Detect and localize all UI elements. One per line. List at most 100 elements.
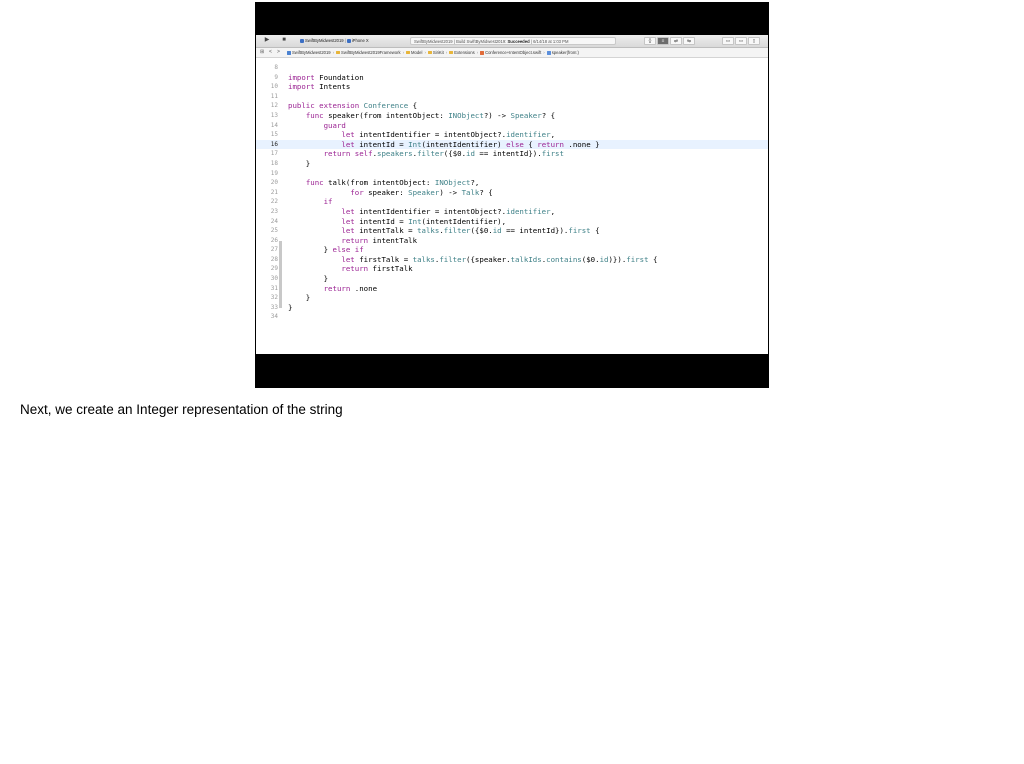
version-editor-button[interactable]: ⇄ [670,37,682,45]
code-token: guard [323,120,346,130]
code-token: ($0. [581,254,600,264]
code-line[interactable]: 18 } [256,159,768,169]
code-text: import Foundation [288,73,364,83]
code-line[interactable]: 26 return intentTalk [256,236,768,246]
code-line[interactable]: 20 func talk(from intentObject: INObject… [256,178,768,188]
code-token: ) -> [439,187,462,197]
related-items-icon[interactable]: ⊞ [260,48,264,57]
breadcrumb-label: SwiftByMidwest2019Framework [341,50,401,55]
swap-button[interactable]: ⇆ [683,37,695,45]
forward-icon[interactable]: > [277,48,280,57]
breadcrumb-item[interactable]: SwiftByMidwest2019 › [287,48,336,57]
code-line[interactable]: 30 } [256,274,768,284]
code-line[interactable]: 13 func speaker(from intentObject: INObj… [256,111,768,121]
code-line[interactable]: 17 return self.speakers.filter({$0.id ==… [256,149,768,159]
code-line[interactable]: 10 import Intents [256,82,768,92]
code-token: ({$0. [470,226,493,236]
navigator-toggle-button[interactable]: ▭ [722,37,734,45]
code-token: let [341,216,355,226]
breadcrumb-item[interactable]: Model › [406,48,428,57]
stop-icon[interactable]: ■ [280,37,288,44]
breadcrumb-label: SwiftByMidwest2019 [292,50,331,55]
code-token: identifier [506,130,551,140]
code-line[interactable]: 15 let intentIdentifier = intentObject?.… [256,130,768,140]
code-line[interactable]: 31 return .none [256,284,768,294]
app-icon [300,38,304,43]
standard-editor-button[interactable]: {} [644,37,656,45]
code-text: return firstTalk [288,264,412,274]
code-token: } [288,158,311,168]
code-token: filter [439,254,467,264]
code-token: (intentIdentifier) [421,139,507,149]
folder-icon [336,51,341,55]
source-editor[interactable]: 8 9 import Foundation 10 import Intents 11 12 p… [256,58,768,354]
code-line[interactable]: 29 return firstTalk [256,264,768,274]
line-number: 24 [270,217,278,225]
code-line-current[interactable]: 16 let intentId = Int(intentIdentifier) … [256,139,768,150]
code-line[interactable]: 8 [256,63,768,73]
code-line[interactable]: 27 } else if [256,245,768,255]
code-token: intentTalk [368,235,418,245]
breadcrumb-item[interactable]: Conference+IntentObject.swift › [480,48,547,57]
code-token: == intentId}). [501,226,569,236]
code-token: , [550,206,556,216]
code-token: Talk [461,187,480,197]
code-token: first [568,226,591,236]
line-number: 29 [270,265,278,273]
code-token: ? { [479,187,493,197]
code-line[interactable]: 11 [256,92,768,102]
assistant-editor-button[interactable]: ≡ [657,37,669,45]
code-line[interactable]: 9 import Foundation [256,73,768,83]
code-line[interactable]: 22 if [256,197,768,207]
debug-toggle-button[interactable]: ▭ [735,37,747,45]
code-line[interactable]: 12 public extension Conference { [256,101,768,111]
project-icon [287,50,291,55]
code-line[interactable]: 19 [256,169,768,179]
breadcrumb-item[interactable]: SiriKit › [427,48,449,57]
activity-status: SwiftByMidwest2019 | Build SwiftByMidwes… [410,37,616,45]
back-icon[interactable]: < [269,48,272,57]
breadcrumb-item[interactable]: speaker(from:) [546,48,579,57]
code-line[interactable]: 32 } [256,293,768,303]
code-token: return [341,264,369,274]
line-number: 15 [270,131,278,139]
code-token: Conference [363,101,409,111]
code-token: func [305,178,324,188]
line-number: 14 [270,121,278,129]
folder-icon [406,51,411,55]
code-token: contains [546,254,582,264]
code-token: } [288,245,333,255]
line-number: 16 [270,140,278,148]
code-line[interactable]: 28 let firstTalk = talks.filter({speaker… [256,255,768,265]
code-line[interactable]: 25 let intentTalk = talks.filter({$0.id … [256,226,768,236]
code-text: import Intents [288,82,350,92]
code-line[interactable]: 23 let intentIdentifier = intentObject?.… [256,207,768,217]
slide-caption: Next, we create an Integer representatio… [20,402,343,417]
line-number: 34 [270,313,278,321]
code-token: } [288,293,311,303]
code-token: ?, [470,178,480,188]
code-token: none [359,283,378,293]
code-token: id [466,149,475,159]
code-line[interactable]: 14 guard [256,121,768,131]
inspector-toggle-button[interactable]: ▯ [748,37,760,45]
run-icon[interactable]: ▶ [263,37,271,44]
breadcrumb-item[interactable]: SwiftByMidwest2019Framework › [336,48,406,57]
scheme-selector[interactable]: SwiftByMidwest2019| iPhone X [300,37,369,45]
breadcrumb-item[interactable]: Extensions › [449,48,480,57]
code-lines: 8 9 import Foundation 10 import Intents 11 12 p… [256,63,768,322]
code-token: self [354,149,373,159]
code-token: else [506,139,524,149]
code-line[interactable]: 24 let intentId = Int(intentIdentifier), [256,217,768,227]
code-line[interactable]: 21 for speaker: Speaker) -> Talk? { [256,188,768,198]
code-line[interactable]: 34 [256,312,768,322]
code-line[interactable]: 33} [256,303,768,313]
code-token: , [550,130,556,140]
